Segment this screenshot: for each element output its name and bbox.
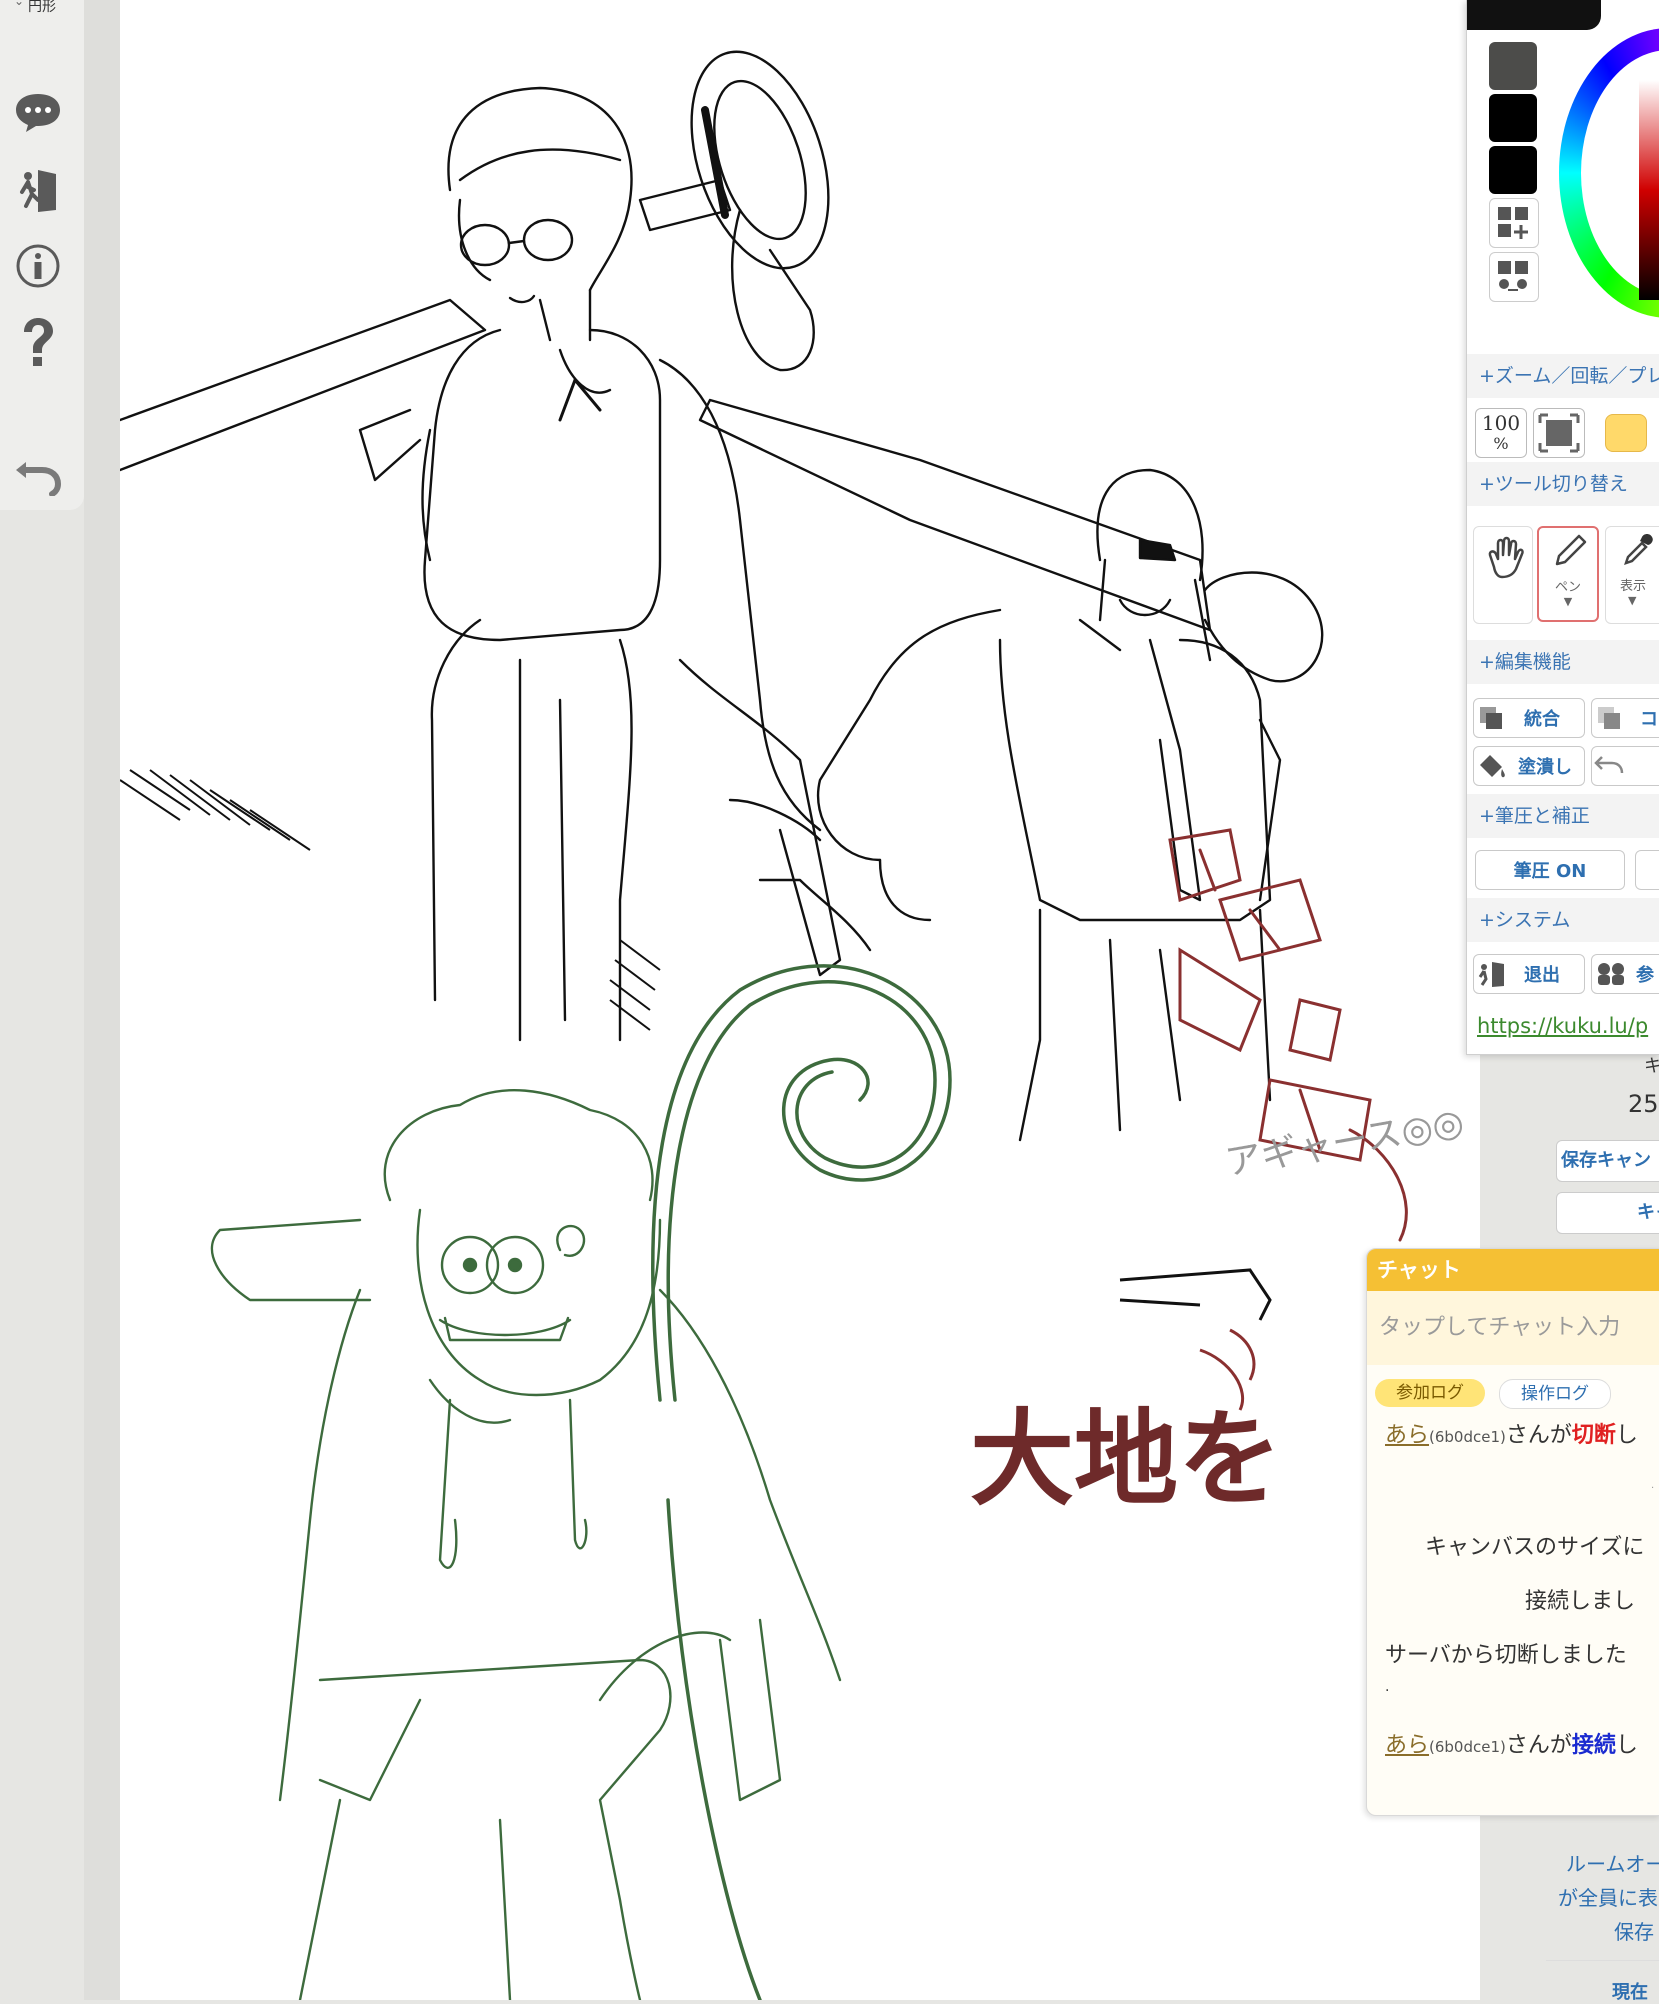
exit-door-icon <box>1478 962 1504 987</box>
chevron-down-icon[interactable]: ⌄ <box>14 0 24 8</box>
chat-user-id: (6b0dce1) <box>1429 1738 1506 1756</box>
people-icon <box>1598 963 1624 985</box>
sketch-red-handwriting <box>1168 828 1408 1242</box>
chat-message: . <box>1385 1679 1390 1695</box>
add-color-icon[interactable] <box>1489 198 1539 248</box>
copy-button[interactable]: コ <box>1591 698 1659 738</box>
zoom-100-button[interactable]: 100 % <box>1475 408 1527 458</box>
chat-bubble-icon[interactable] <box>10 84 66 140</box>
canvas-gutter <box>84 0 120 2000</box>
current-text: 現在 <box>1612 1982 1648 2003</box>
chat-message: サーバから切断しました <box>1385 1643 1627 1668</box>
hand-tool-button[interactable] <box>1473 526 1533 624</box>
zoom-section-header[interactable]: +ズーム／回転／プレ <box>1467 354 1659 398</box>
sketch-spiral-staff <box>651 964 952 2000</box>
tools-section-header[interactable]: +ツール切り替え <box>1467 462 1659 506</box>
all-members-text: が全員に表 <box>1558 1886 1658 1910</box>
pressure-section-header[interactable]: +筆圧と補正 <box>1467 794 1659 838</box>
panel-top-tab <box>1467 0 1601 30</box>
pen-tool-button[interactable]: ペン ▼ <box>1537 526 1599 622</box>
pencil-icon <box>1555 534 1587 566</box>
system-section-header[interactable]: +システム <box>1467 898 1659 942</box>
color-square[interactable] <box>1639 80 1659 300</box>
shape-mode-label[interactable]: 円形 <box>28 0 56 16</box>
undo-icon[interactable] <box>10 446 66 502</box>
sketch-green-hoodie-man <box>210 1088 842 2000</box>
fill-button[interactable]: 塗潰し <box>1473 746 1585 786</box>
chat-message: あら(6b0dce1)さんが切断し <box>1385 1423 1638 1448</box>
help-icon[interactable] <box>10 314 66 370</box>
chat-message: あら(6b0dce1)さんが接続し <box>1385 1733 1638 1758</box>
save-text: 保存 <box>1614 1920 1654 1944</box>
merge-button[interactable]: 統合 <box>1473 698 1585 738</box>
swap-color-icon[interactable] <box>1489 252 1539 302</box>
eyedropper-tool-button[interactable]: 表示 ▼ <box>1605 526 1659 624</box>
underlay-button-2[interactable]: キャ <box>1556 1192 1659 1234</box>
daichi-text: 大地を <box>970 1397 1282 1520</box>
chat-username[interactable]: あら <box>1385 1733 1429 1758</box>
accent-color-button[interactable] <box>1605 414 1647 452</box>
tab-operation-log[interactable]: 操作ログ <box>1499 1379 1611 1409</box>
chevron-down-icon: ▼ <box>1628 594 1637 607</box>
color-swatch-1[interactable] <box>1489 42 1537 90</box>
sketch-hatching <box>120 769 661 1031</box>
chat-message: キャンバスのサイズに <box>1425 1535 1645 1560</box>
exit-door-icon[interactable] <box>10 162 66 218</box>
underlay-value-25: 25 <box>1628 1090 1659 1118</box>
tool-panel: +ズーム／回転／プレ 100 % +ツール切り替え ペン ▼ 表示 ▼ +編集機… <box>1466 0 1659 1055</box>
sketch-woman-with-hammer <box>120 50 872 1042</box>
info-icon[interactable] <box>10 238 66 294</box>
participants-button[interactable]: 参 <box>1591 954 1659 994</box>
chat-panel: チャット タップしてチャット入力 参加ログ 操作ログ あら(6b0dce1)さん… <box>1366 1248 1659 1816</box>
undo-icon <box>1594 756 1624 774</box>
room-owner-text: ルームオー <box>1566 1852 1659 1876</box>
room-url-link[interactable]: https://kuku.lu/p <box>1477 1014 1648 1038</box>
pressure-on-button[interactable]: 筆圧 ON <box>1475 850 1625 890</box>
edit-section-header[interactable]: +編集機能 <box>1467 640 1659 684</box>
color-swatch-2[interactable] <box>1489 94 1537 142</box>
layers-icon <box>1480 707 1502 729</box>
chat-title[interactable]: チャット <box>1367 1249 1659 1291</box>
sketch-man-with-club <box>698 398 1324 1142</box>
left-toolbar: ⌄ 円形 <box>0 0 84 510</box>
drawing-canvas[interactable]: アギャース◎◎ 大地を <box>120 0 1480 2000</box>
undo-button[interactable] <box>1591 746 1659 786</box>
exit-button[interactable]: 退出 <box>1473 954 1585 994</box>
sketch-arrow <box>1119 1268 1272 1321</box>
chat-input[interactable]: タップしてチャット入力 <box>1367 1291 1659 1365</box>
save-cancel-button[interactable]: 保存キャン <box>1556 1140 1659 1182</box>
chat-message: 接続しまし <box>1525 1589 1636 1614</box>
chat-small-mark: · <box>1651 1483 1655 1494</box>
chat-username[interactable]: あら <box>1385 1423 1429 1448</box>
underlay-divider <box>1546 1960 1659 1961</box>
eyedropper-icon <box>1624 534 1653 565</box>
chat-user-id: (6b0dce1) <box>1429 1428 1506 1446</box>
tab-join-log[interactable]: 参加ログ <box>1375 1379 1485 1407</box>
stabilizer-button[interactable] <box>1635 850 1659 890</box>
fit-screen-icon[interactable] <box>1533 408 1585 458</box>
chevron-down-icon: ▼ <box>1563 595 1573 608</box>
color-wheel[interactable] <box>1559 28 1659 318</box>
underlay-kya: キ <box>1644 1056 1659 1077</box>
canvas-drawing: アギャース◎◎ 大地を <box>120 50 1467 2000</box>
copy-icon <box>1598 707 1620 729</box>
paint-bucket-icon <box>1480 755 1505 778</box>
color-swatch-3[interactable] <box>1489 146 1537 194</box>
agyas-text: アギャース◎◎ <box>1222 1102 1466 1184</box>
